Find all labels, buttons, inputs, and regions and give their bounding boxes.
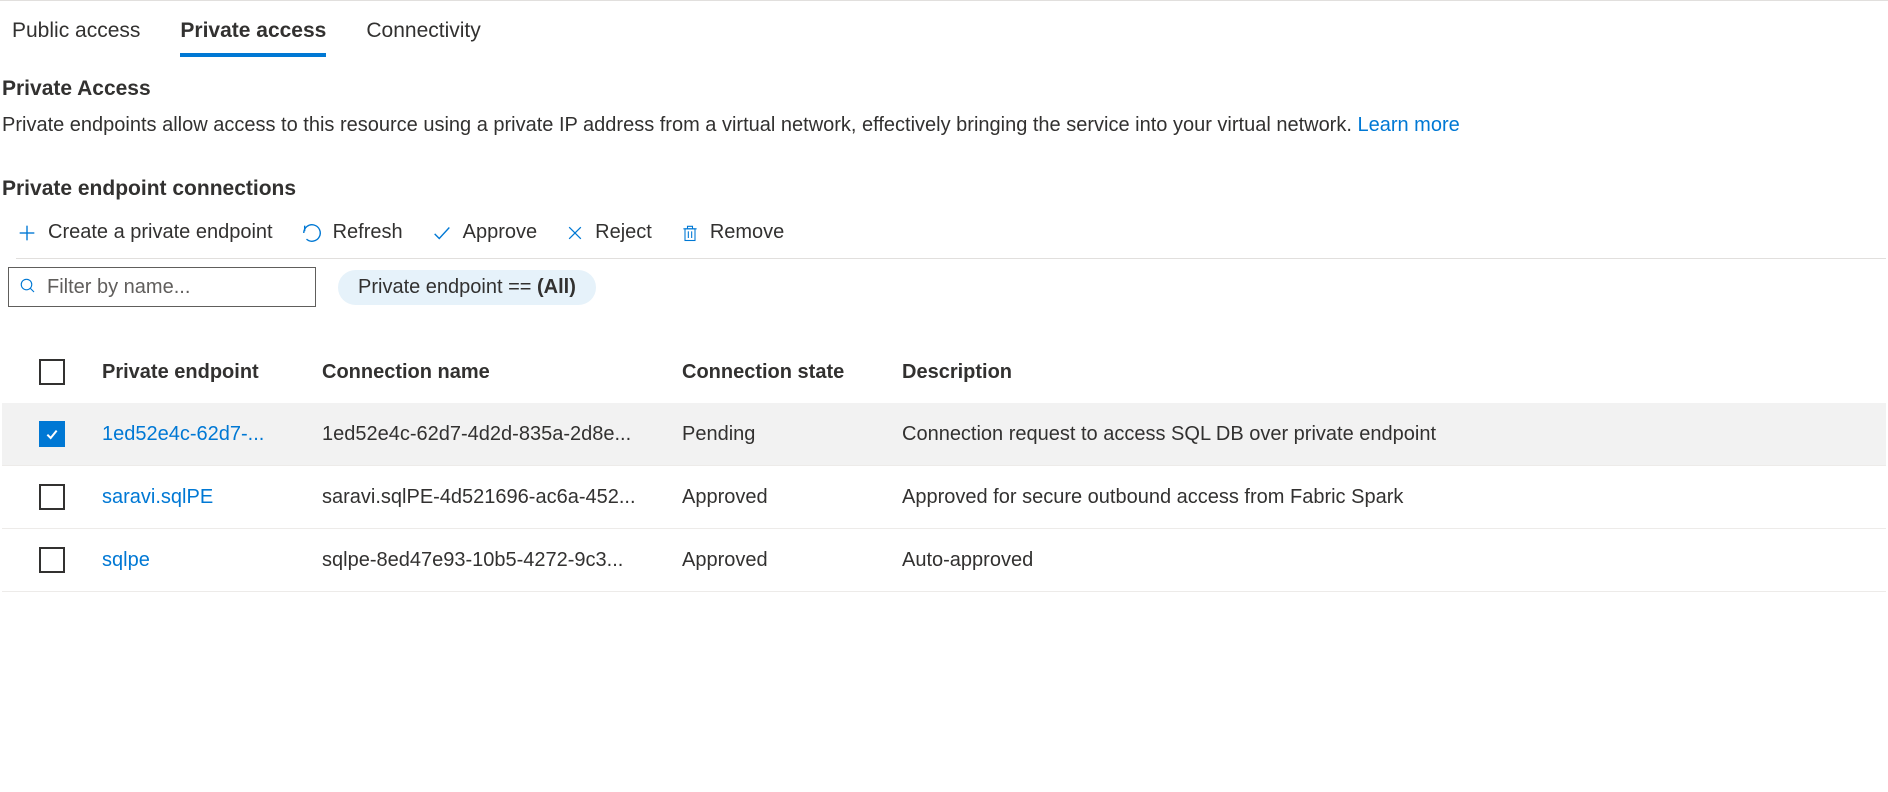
connection-state: Approved xyxy=(682,486,902,509)
col-connection-state[interactable]: Connection state xyxy=(682,361,902,384)
tab-public-access[interactable]: Public access xyxy=(12,19,140,57)
connection-state: Pending xyxy=(682,423,902,446)
reject-button[interactable]: Reject xyxy=(565,221,652,244)
col-description[interactable]: Description xyxy=(902,361,1602,384)
tab-private-access[interactable]: Private access xyxy=(180,19,326,57)
connection-name: 1ed52e4c-62d7-4d2d-835a-2d8e... xyxy=(322,423,682,446)
row-checkbox[interactable] xyxy=(39,547,65,573)
connection-state: Approved xyxy=(682,549,902,572)
trash-icon xyxy=(680,222,700,244)
networking-tabs: Public access Private access Connectivit… xyxy=(0,0,1888,57)
connection-name: saravi.sqlPE-4d521696-ac6a-452... xyxy=(322,486,682,509)
table-row[interactable]: sqlpe sqlpe-8ed47e93-10b5-4272-9c3... Ap… xyxy=(2,529,1886,592)
row-checkbox[interactable] xyxy=(39,421,65,447)
connection-description: Approved for secure outbound access from… xyxy=(902,486,1602,509)
tab-connectivity[interactable]: Connectivity xyxy=(366,19,480,57)
table-row[interactable]: saravi.sqlPE saravi.sqlPE-4d521696-ac6a-… xyxy=(2,466,1886,529)
create-endpoint-button[interactable]: Create a private endpoint xyxy=(16,221,273,244)
endpoint-link[interactable]: saravi.sqlPE xyxy=(102,486,322,509)
reject-label: Reject xyxy=(595,221,652,244)
refresh-button[interactable]: Refresh xyxy=(301,221,403,244)
connection-description: Connection request to access SQL DB over… xyxy=(902,423,1602,446)
checkmark-icon xyxy=(431,222,453,244)
col-private-endpoint[interactable]: Private endpoint xyxy=(102,361,322,384)
filter-pill-private-endpoint[interactable]: Private endpoint == (All) xyxy=(338,270,596,305)
approve-button[interactable]: Approve xyxy=(431,221,538,244)
filter-input[interactable] xyxy=(47,276,312,299)
connection-name: sqlpe-8ed47e93-10b5-4272-9c3... xyxy=(322,549,682,572)
endpoint-link[interactable]: sqlpe xyxy=(102,549,322,572)
search-icon xyxy=(19,277,37,298)
connections-table: Private endpoint Connection name Connect… xyxy=(2,341,1886,592)
filter-row: Private endpoint == (All) xyxy=(2,259,1886,307)
remove-button[interactable]: Remove xyxy=(680,221,784,244)
create-endpoint-label: Create a private endpoint xyxy=(48,221,273,244)
table-row[interactable]: 1ed52e4c-62d7-... 1ed52e4c-62d7-4d2d-835… xyxy=(2,403,1886,466)
section-title: Private Access xyxy=(2,77,1886,101)
subheading-connections: Private endpoint connections xyxy=(2,177,1886,201)
refresh-label: Refresh xyxy=(333,221,403,244)
remove-label: Remove xyxy=(710,221,784,244)
section-description: Private endpoints allow access to this r… xyxy=(2,111,1886,139)
filter-search-box[interactable] xyxy=(8,267,316,307)
row-checkbox[interactable] xyxy=(39,484,65,510)
col-connection-name[interactable]: Connection name xyxy=(322,361,682,384)
connection-description: Auto-approved xyxy=(902,549,1602,572)
table-header-row: Private endpoint Connection name Connect… xyxy=(2,341,1886,403)
approve-label: Approve xyxy=(463,221,538,244)
learn-more-link[interactable]: Learn more xyxy=(1357,114,1459,136)
x-icon xyxy=(565,223,585,243)
refresh-icon xyxy=(301,222,323,244)
toolbar: Create a private endpoint Refresh Approv… xyxy=(16,217,1886,259)
plus-icon xyxy=(16,222,38,244)
select-all-checkbox[interactable] xyxy=(39,359,65,385)
endpoint-link[interactable]: 1ed52e4c-62d7-... xyxy=(102,423,322,446)
